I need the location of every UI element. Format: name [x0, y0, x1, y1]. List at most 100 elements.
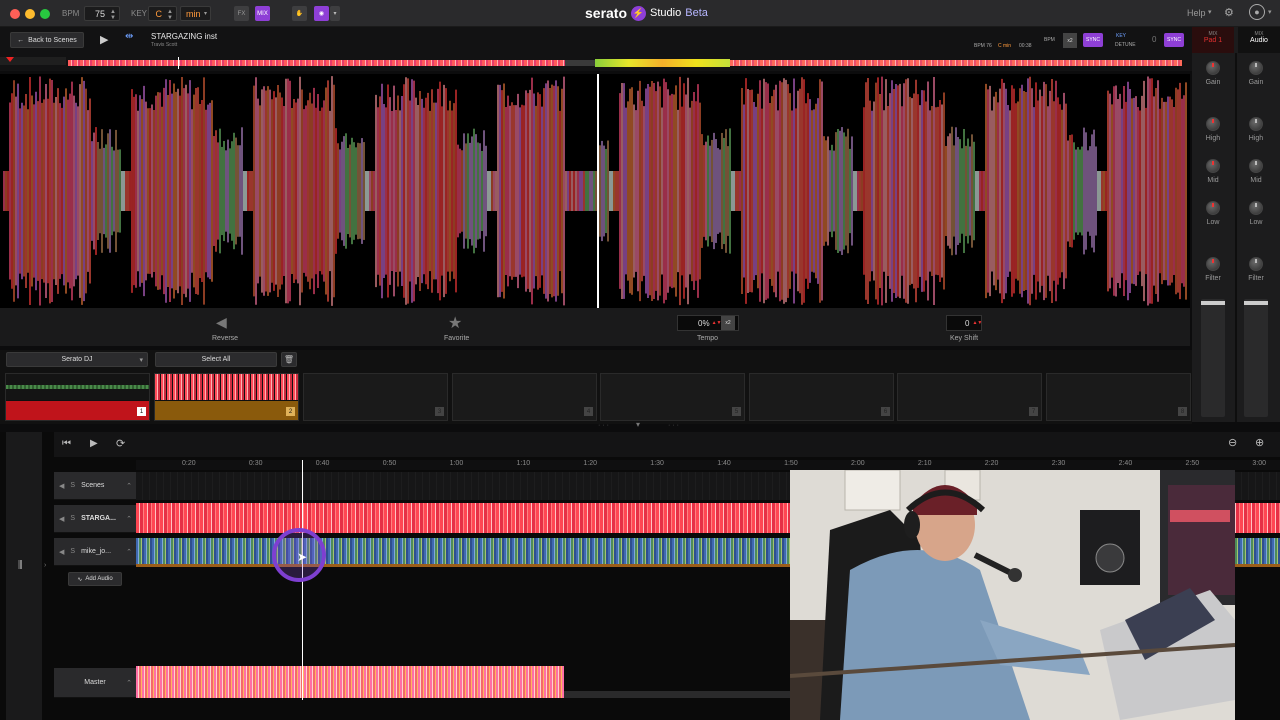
pad-4[interactable]: 4 [452, 373, 597, 421]
stretch-icon[interactable]: ⇹ [125, 31, 133, 42]
instrument-icon[interactable]: ◉ [314, 6, 329, 21]
pad-8[interactable]: 8 [1046, 373, 1191, 421]
chevron-right-icon[interactable]: › [44, 562, 46, 569]
zoom-in-icon[interactable]: ⊕ [1255, 436, 1264, 449]
skip-back-icon[interactable]: ⏮ [62, 438, 71, 449]
minimize-window-button[interactable] [25, 9, 35, 19]
drum-icon[interactable]: ✋ [292, 6, 307, 21]
high-knob[interactable] [1249, 117, 1263, 131]
key-mode-value: min [186, 8, 201, 19]
chevron-down-icon[interactable]: ▾ [330, 6, 340, 21]
filter-label: Filter [1205, 275, 1221, 282]
solo-icon[interactable]: S [70, 515, 75, 522]
webcam-image [790, 470, 1235, 720]
gain-label: Gain [1205, 79, 1221, 86]
track-header-master[interactable]: Master ⌃ [54, 668, 136, 698]
key-sync-button[interactable]: SYNC [1164, 33, 1184, 47]
master-empty [564, 691, 790, 698]
arrow-left-icon: ← [17, 36, 25, 44]
mid-knob[interactable] [1206, 159, 1220, 173]
half-double-icon[interactable]: x2 [1063, 33, 1077, 48]
timeline-ruler[interactable] [136, 460, 1280, 470]
user-avatar-icon[interactable]: ● [1249, 4, 1265, 20]
pad-2[interactable]: 2 [154, 373, 299, 421]
pad-7[interactable]: 7 [897, 373, 1042, 421]
solo-icon[interactable]: S [70, 548, 75, 555]
ruler-tick-label: 1:10 [516, 460, 531, 467]
resize-handle[interactable]: ··· [668, 422, 681, 429]
key-mode-select[interactable]: min ▾ [180, 6, 211, 21]
close-window-button[interactable] [10, 9, 20, 19]
time-readout: 00:38 [1019, 43, 1032, 49]
mid-knob[interactable] [1249, 159, 1263, 173]
ruler-tick-label: 1:20 [583, 460, 598, 467]
chevron-up-icon[interactable]: ⌃ [126, 482, 132, 490]
ruler-tick-label: 2:00 [851, 460, 865, 467]
pad-1[interactable]: 1 [5, 373, 150, 421]
speaker-icon[interactable]: ◀ [59, 515, 64, 523]
mixer-channel-2-header[interactable]: MIX Audio [1238, 27, 1280, 53]
detune-value[interactable]: 0 [1152, 35, 1156, 44]
select-all-button[interactable]: Select All [155, 352, 277, 367]
pad-3[interactable]: 3 [303, 373, 448, 421]
play-icon[interactable]: ▶ [90, 438, 98, 449]
back-to-scenes-button[interactable]: ← Back to Scenes [10, 32, 84, 48]
pad-5[interactable]: 5 [600, 373, 745, 421]
filter-knob[interactable] [1206, 257, 1220, 271]
trash-icon[interactable]: 🗑 [281, 352, 297, 367]
gear-icon[interactable]: ⚙ [1224, 6, 1234, 19]
star-icon[interactable]: ★ [448, 313, 462, 333]
speaker-icon[interactable]: ◀ [59, 548, 64, 556]
sample-source-value: Serato DJ [61, 356, 93, 363]
play-icon[interactable]: ▶ [100, 33, 108, 46]
fader-handle[interactable] [1244, 301, 1268, 305]
gain-knob[interactable] [1206, 61, 1220, 75]
chevron-up-icon[interactable]: ⌃ [126, 679, 132, 687]
track-header-mike[interactable]: ◀ S mike_jo... ⌃ [54, 538, 136, 566]
cue-marker-icon [6, 57, 14, 62]
sample-source-select[interactable]: Serato DJ ▾ [6, 352, 148, 367]
low-knob[interactable] [1206, 201, 1220, 215]
mix-button[interactable]: MIX [255, 6, 270, 21]
low-knob[interactable] [1249, 201, 1263, 215]
mixer-channel-1-header[interactable]: MIX Pad 1 [1192, 27, 1234, 53]
chevron-down-icon: ▾ [1268, 9, 1272, 16]
overview-waveform[interactable] [0, 57, 1192, 71]
add-audio-label: Add Audio [85, 576, 113, 582]
fx-button[interactable]: FX [234, 6, 249, 21]
speaker-icon[interactable]: ◀ [59, 482, 64, 490]
loop-icon[interactable]: ⟳ [116, 437, 125, 450]
resize-handle[interactable]: ··· [598, 422, 611, 429]
chevron-down-icon[interactable]: ▾ [636, 420, 640, 429]
solo-icon[interactable]: S [70, 482, 75, 489]
library-toggle-strip[interactable]: ⫼ [6, 432, 42, 720]
bpm-input[interactable]: 75 ▲ ▼ [84, 6, 120, 21]
spinner-icon: ▲▼ [711, 320, 722, 326]
key-input[interactable]: C ▲ ▼ [148, 6, 177, 21]
track-header-stargazing[interactable]: ◀ S STARGA... ⌃ [54, 505, 136, 533]
ruler-tick-label: 2:30 [1051, 460, 1066, 467]
half-double-icon[interactable]: x2 [721, 316, 735, 330]
chevron-up-icon[interactable]: ⌃ [126, 515, 132, 523]
maximize-window-button[interactable] [40, 9, 50, 19]
main-waveform[interactable] [0, 74, 1190, 308]
track-name: Scenes [81, 482, 105, 489]
track-header-scenes[interactable]: ◀ S Scenes ⌃ [54, 472, 136, 500]
fader-handle[interactable] [1201, 301, 1225, 305]
zoom-out-icon[interactable]: ⊖ [1228, 436, 1237, 449]
gain-knob[interactable] [1249, 61, 1263, 75]
filter-knob[interactable] [1249, 257, 1263, 271]
library-icon[interactable]: ⫼ [18, 560, 23, 571]
channel-2-fader[interactable] [1244, 299, 1268, 417]
add-audio-button[interactable]: ∿ Add Audio [68, 572, 122, 586]
pad-number: 8 [1178, 407, 1187, 416]
high-label: High [1205, 135, 1221, 142]
chevron-up-icon[interactable]: ⌃ [126, 548, 132, 556]
reverse-icon[interactable]: ◀ [216, 314, 227, 331]
high-knob[interactable] [1206, 117, 1220, 131]
channel-1-fader[interactable] [1201, 299, 1225, 417]
sync-button[interactable]: SYNC [1083, 33, 1103, 47]
help-menu[interactable]: Help [1187, 8, 1206, 18]
pad-6[interactable]: 6 [749, 373, 894, 421]
key-shift-input[interactable]: 0 ▲▼ [946, 315, 982, 331]
